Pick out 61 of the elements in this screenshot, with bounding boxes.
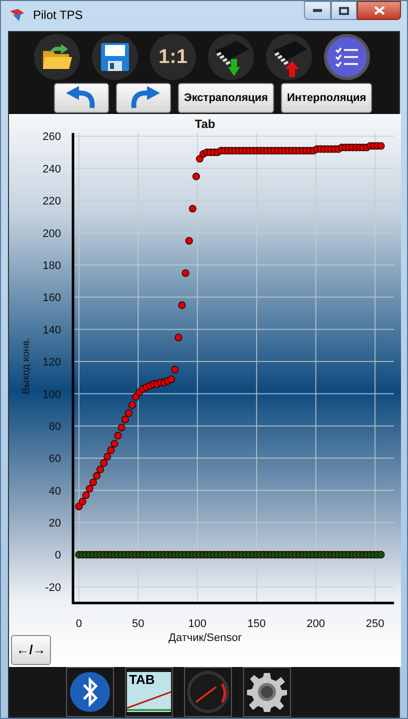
- tab-label: TAB: [129, 672, 155, 687]
- undo-button[interactable]: [54, 83, 109, 113]
- maximize-button[interactable]: [331, 1, 357, 20]
- data-point: [185, 237, 193, 245]
- tick-label: 250: [366, 618, 384, 630]
- data-point: [174, 334, 182, 342]
- tick-label: 100: [42, 388, 61, 401]
- data-point: [171, 366, 179, 374]
- data-point: [178, 301, 186, 310]
- text-button[interactable]: Интерполяция: [280, 83, 372, 113]
- axis-title: Выход конв.: [21, 338, 32, 394]
- settings-icon: [246, 671, 288, 713]
- tick-label: 240: [42, 163, 61, 176]
- speedometer-icon: [186, 670, 230, 714]
- tick-label: 180: [42, 260, 61, 272]
- tick-label: 0: [54, 550, 61, 562]
- bluetooth-button[interactable]: [66, 667, 114, 717]
- tick-label: 200: [42, 228, 61, 240]
- save-button[interactable]: [92, 34, 138, 80]
- checklist-icon: [335, 47, 359, 67]
- tick-label: 100: [188, 618, 207, 630]
- text-button[interactable]: Экстраполяция: [178, 83, 274, 113]
- data-point: [188, 204, 196, 212]
- checklist-button[interactable]: [324, 34, 370, 80]
- tick-label: 0: [76, 618, 82, 630]
- tick-label: 140: [42, 324, 61, 336]
- close-icon: [374, 6, 384, 15]
- table-chart-button[interactable]: TAB: [125, 667, 173, 717]
- chip-upload-button[interactable]: [266, 34, 312, 80]
- gauge-button[interactable]: [184, 667, 232, 717]
- maximize-icon: [339, 6, 349, 14]
- close-button[interactable]: [357, 1, 401, 20]
- tick-label: 260: [42, 131, 61, 144]
- data-point: [182, 269, 190, 277]
- tick-label: 150: [247, 618, 266, 630]
- window-title: Pilot TPS: [33, 8, 83, 22]
- tick-label: -20: [45, 582, 61, 594]
- chip-download-button[interactable]: [208, 34, 254, 80]
- axis-title: Датчик/Sensor: [168, 632, 242, 644]
- tick-label: 20: [48, 518, 61, 530]
- tick-label: 40: [48, 485, 61, 498]
- tick-label: 220: [42, 196, 61, 208]
- redo-button[interactable]: [116, 83, 171, 113]
- app-logo-icon: [9, 8, 25, 22]
- minimize-button[interactable]: [304, 1, 331, 20]
- open-folder-button[interactable]: [34, 34, 80, 80]
- settings-button[interactable]: [243, 667, 291, 717]
- folder-icon: [41, 43, 73, 71]
- tick-label: 60: [48, 453, 61, 466]
- scale-button[interactable]: 1:1: [150, 34, 196, 80]
- bluetooth-icon: [69, 671, 111, 713]
- tick-label: 120: [42, 356, 61, 369]
- tick-label: 160: [42, 292, 61, 304]
- swap-axes-button[interactable]: ←/→: [11, 635, 51, 665]
- chart-title: Tab: [194, 117, 216, 131]
- tick-label: 50: [132, 618, 144, 630]
- tick-label: 200: [306, 618, 325, 630]
- data-point: [196, 154, 204, 163]
- data-point: [192, 172, 200, 180]
- tick-label: 80: [48, 420, 61, 433]
- minimize-icon: [313, 9, 322, 12]
